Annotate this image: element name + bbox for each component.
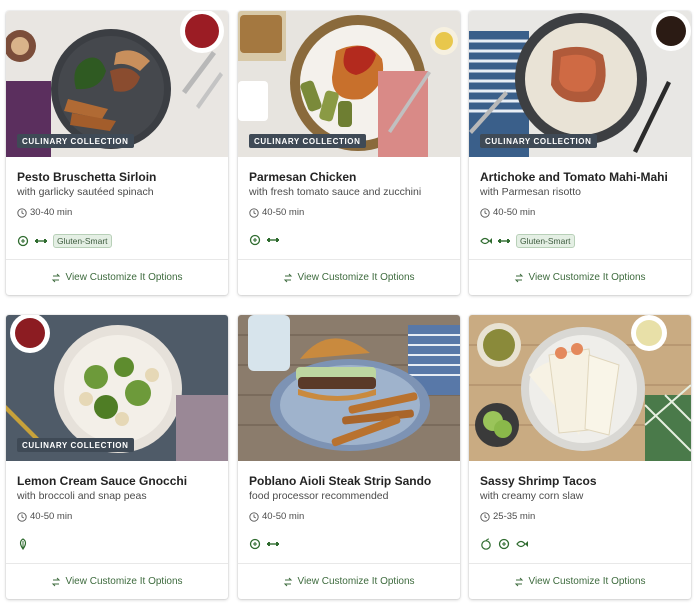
recipe-subtitle: with Parmesan risotto: [480, 186, 581, 198]
swap-icon: [515, 273, 524, 282]
recipe-photo[interactable]: CULINARY COLLECTION: [6, 315, 228, 461]
recipe-subtitle: with garlicky sautéed spinach: [17, 186, 154, 198]
prep-time: 40-50 min: [249, 511, 449, 522]
clock-icon: [17, 207, 27, 218]
culinary-collection-badge: CULINARY COLLECTION: [17, 438, 134, 452]
swap-icon: [52, 577, 61, 586]
calorie-icon: [498, 538, 510, 550]
protein-icon: [267, 238, 279, 242]
recipe-card[interactable]: CULINARY COLLECTION Parmesan Chicken wit…: [238, 11, 460, 295]
recipe-title[interactable]: Sassy Shrimp Tacos: [480, 474, 680, 488]
clock-icon: [249, 511, 259, 522]
customize-options-link[interactable]: View Customize It Options: [469, 563, 691, 599]
recipe-photo[interactable]: [238, 315, 460, 461]
recipe-subtitle: food processor recommended: [249, 490, 389, 502]
recipe-card[interactable]: CULINARY COLLECTION Pesto Bruschetta Sir…: [6, 11, 228, 295]
calorie-icon: [17, 235, 29, 247]
culinary-collection-badge: CULINARY COLLECTION: [480, 134, 597, 148]
apple-icon: [481, 538, 491, 550]
prep-time-label: 40-50 min: [262, 207, 305, 218]
recipe-tags: [249, 538, 279, 550]
prep-time-label: 40-50 min: [493, 207, 536, 218]
clock-icon: [480, 207, 490, 218]
recipe-title[interactable]: Parmesan Chicken: [249, 170, 449, 184]
fish-icon: [516, 540, 528, 548]
recipe-tags: [480, 538, 528, 550]
recipe-photo[interactable]: CULINARY COLLECTION: [469, 11, 691, 157]
culinary-collection-badge: CULINARY COLLECTION: [17, 134, 134, 148]
customize-options-link[interactable]: View Customize It Options: [238, 259, 460, 295]
customize-options-link[interactable]: View Customize It Options: [238, 563, 460, 599]
prep-time-label: 25-35 min: [493, 511, 536, 522]
prep-time: 40-50 min: [17, 511, 217, 522]
protein-icon: [35, 239, 47, 243]
recipe-tags: [17, 538, 29, 550]
prep-time: 40-50 min: [249, 207, 449, 218]
recipe-tags: Gluten-Smart: [480, 234, 575, 248]
prep-time-label: 40-50 min: [262, 511, 305, 522]
recipe-subtitle: with fresh tomato sauce and zucchini: [249, 186, 422, 198]
protein-icon: [498, 239, 510, 243]
prep-time: 30-40 min: [17, 207, 217, 218]
customize-label: View Customize It Options: [297, 576, 415, 587]
recipe-card[interactable]: Poblano Aioli Steak Strip Sando food pro…: [238, 315, 460, 599]
recipe-tags: Gluten-Smart: [17, 234, 112, 248]
calorie-icon: [249, 538, 261, 550]
recipe-photo[interactable]: CULINARY COLLECTION: [238, 11, 460, 157]
recipe-photo[interactable]: CULINARY COLLECTION: [6, 11, 228, 157]
recipe-grid: CULINARY COLLECTION Pesto Bruschetta Sir…: [0, 0, 699, 605]
protein-icon: [267, 542, 279, 546]
clock-icon: [17, 511, 27, 522]
fish-icon: [480, 237, 492, 245]
customize-label: View Customize It Options: [528, 272, 646, 283]
prep-time-label: 40-50 min: [30, 511, 73, 522]
customize-options-link[interactable]: View Customize It Options: [6, 563, 228, 599]
recipe-subtitle: with broccoli and snap peas: [17, 490, 147, 502]
recipe-title[interactable]: Artichoke and Tomato Mahi-Mahi: [480, 170, 680, 184]
recipe-tags: [249, 234, 279, 246]
calorie-icon: [249, 234, 261, 246]
recipe-card[interactable]: Sassy Shrimp Tacos with creamy corn slaw…: [469, 315, 691, 599]
recipe-card[interactable]: CULINARY COLLECTION Artichoke and Tomato…: [469, 11, 691, 295]
recipe-subtitle: with creamy corn slaw: [480, 490, 584, 502]
clock-icon: [249, 207, 259, 218]
recipe-photo[interactable]: [469, 315, 691, 461]
recipe-title[interactable]: Lemon Cream Sauce Gnocchi: [17, 474, 217, 488]
swap-icon: [284, 273, 293, 282]
recipe-title[interactable]: Poblano Aioli Steak Strip Sando: [249, 474, 449, 488]
customize-label: View Customize It Options: [297, 272, 415, 283]
customize-options-link[interactable]: View Customize It Options: [469, 259, 691, 295]
gluten-smart-chip: Gluten-Smart: [516, 234, 575, 248]
customize-label: View Customize It Options: [528, 576, 646, 587]
swap-icon: [284, 577, 293, 586]
veggie-icon: [19, 538, 27, 550]
customize-options-link[interactable]: View Customize It Options: [6, 259, 228, 295]
customize-label: View Customize It Options: [65, 272, 183, 283]
prep-time: 40-50 min: [480, 207, 680, 218]
gluten-smart-chip: Gluten-Smart: [53, 234, 112, 248]
culinary-collection-badge: CULINARY COLLECTION: [249, 134, 366, 148]
prep-time: 25-35 min: [480, 511, 680, 522]
customize-label: View Customize It Options: [65, 576, 183, 587]
clock-icon: [480, 511, 490, 522]
prep-time-label: 30-40 min: [30, 207, 73, 218]
swap-icon: [515, 577, 524, 586]
recipe-card[interactable]: CULINARY COLLECTION Lemon Cream Sauce Gn…: [6, 315, 228, 599]
swap-icon: [52, 273, 61, 282]
recipe-title[interactable]: Pesto Bruschetta Sirloin: [17, 170, 217, 184]
